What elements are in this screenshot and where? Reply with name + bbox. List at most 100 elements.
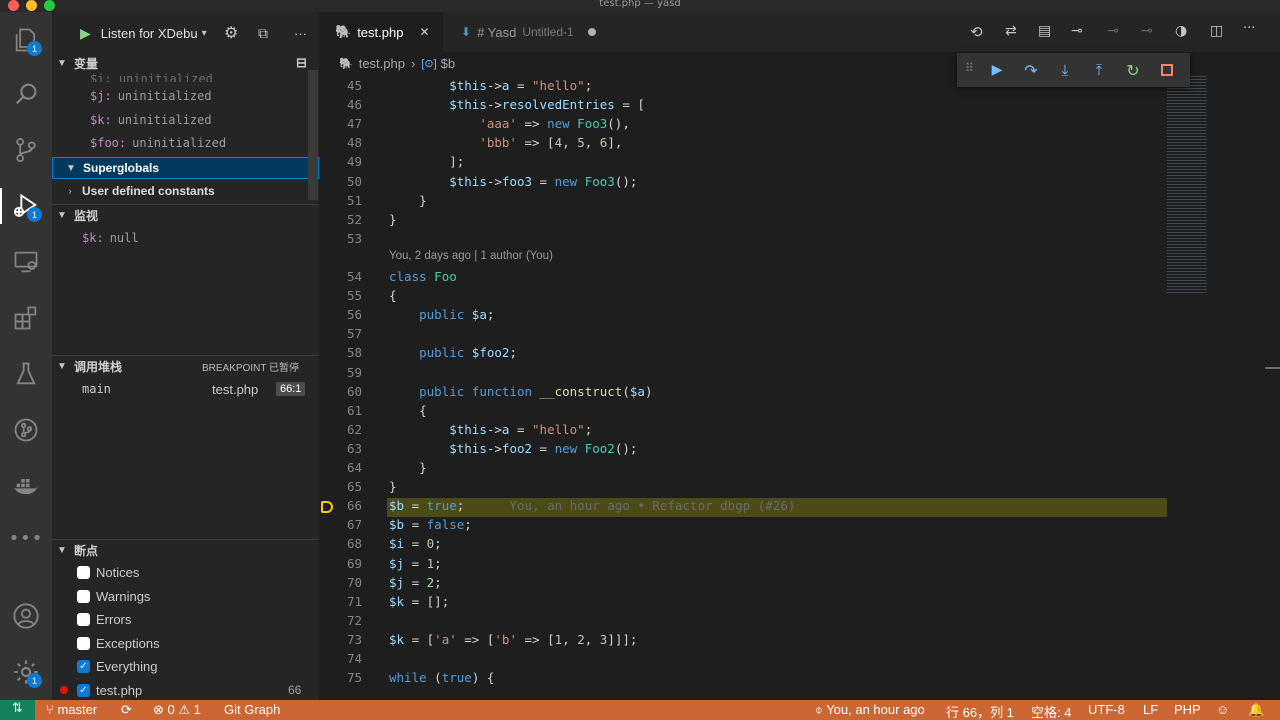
accounts-activity[interactable] (0, 592, 52, 640)
more-activity[interactable]: ••• (0, 514, 52, 562)
code-line[interactable]: 56 public $a; (319, 307, 1280, 326)
code-line[interactable]: 58 public $foo2; (319, 345, 1280, 364)
step-out-button[interactable]: ⤒ (1086, 57, 1112, 83)
code-line[interactable]: 72 (319, 613, 1280, 632)
timeline-icon[interactable]: ◑ (1175, 23, 1187, 39)
code-line[interactable]: 55 { (319, 288, 1280, 307)
line-ending[interactable]: LF (1143, 702, 1158, 717)
tab-test-php[interactable]: 🐘 test.php ✕ (319, 12, 443, 52)
variable-row[interactable]: $foo: uninitialized (52, 132, 319, 154)
close-icon[interactable]: ✕ (419, 25, 429, 39)
code-line[interactable]: 49 ]; (319, 154, 1280, 173)
search-activity[interactable] (0, 70, 52, 118)
code-line[interactable]: 54 class Foo (319, 269, 1280, 288)
git-graph-status[interactable]: Git Graph (224, 702, 280, 717)
code-line[interactable]: 53 (319, 231, 1280, 250)
code-line[interactable]: 74 (319, 651, 1280, 670)
code-line[interactable]: 73 $k = ['a' => ['b' => [1, 2, 3]]]; (319, 632, 1280, 651)
code-line[interactable]: 61 { (319, 403, 1280, 422)
watch-section-header[interactable]: ▼ 监视 (52, 204, 319, 226)
breakpoint-item[interactable]: ✓ Everything (52, 655, 319, 677)
git-commit-icon[interactable]: ⊸ (1071, 23, 1083, 39)
code-line[interactable]: 59 (319, 365, 1280, 384)
code-line[interactable]: 66 $b = true; You, an hour ago • Refactor… (319, 498, 1280, 518)
branch-item[interactable]: ⑂ master (46, 702, 97, 717)
testing-activity[interactable] (0, 350, 52, 398)
blame-item[interactable]: ⌽ You, an hour ago (815, 702, 925, 718)
watch-row[interactable]: $k: null (52, 227, 319, 249)
tab-untitled[interactable]: ⬇ # Yasd Untitled-1 (443, 12, 609, 52)
stop-button[interactable] (1154, 57, 1180, 83)
debug-activity[interactable]: 1 (0, 182, 52, 230)
code-line[interactable]: 47 'aaa' => new Foo3(), (319, 116, 1280, 135)
breadcrumb-symbol[interactable]: $b (441, 56, 455, 71)
code-line[interactable]: 70 $j = 2; (319, 575, 1280, 594)
breakpoint-item[interactable]: ✓ test.php 66 (52, 679, 319, 701)
breakpoint-checkbox-checked[interactable]: ✓ (77, 659, 90, 673)
step-over-button[interactable]: ↷ (1018, 57, 1044, 83)
breakpoint-checkbox[interactable] (77, 565, 90, 579)
debug-config-select[interactable]: Listen for XDebu (101, 26, 198, 41)
editor-scrollbar[interactable] (1265, 367, 1280, 369)
file-compare-icon[interactable]: ▤ (1038, 23, 1051, 39)
git-graph-activity[interactable] (0, 406, 52, 454)
open-changes-icon[interactable]: ⇄ (1005, 23, 1017, 39)
code-line[interactable]: 63 $this->foo2 = new Foo2(); (319, 441, 1280, 460)
more-actions-icon[interactable]: ··· (294, 26, 307, 41)
code-line[interactable]: 64 } (319, 460, 1280, 479)
more-actions-icon[interactable]: ··· (1243, 21, 1255, 36)
sidebar-scrollbar[interactable] (308, 70, 318, 200)
sync-icon[interactable]: ⟳ (121, 702, 132, 718)
breakpoint-item[interactable]: Errors (52, 608, 319, 630)
encoding[interactable]: UTF-8 (1088, 702, 1125, 717)
feedback-icon[interactable]: ☺ (1216, 702, 1229, 717)
code-line[interactable]: 62 $this->a = "hello"; (319, 422, 1280, 441)
indentation[interactable]: 空格: 4 (1031, 702, 1071, 720)
breakpoint-item[interactable]: Warnings (52, 585, 319, 607)
start-debugging-icon[interactable]: ▶ (80, 25, 91, 42)
variable-row[interactable]: $i: uninitialized (52, 71, 319, 82)
breakpoint-checkbox[interactable] (77, 589, 90, 603)
code-line[interactable]: 50 $this->foo3 = new Foo3(); (319, 174, 1280, 193)
problems-item[interactable]: ⊗ 0 ⚠ 1 (153, 702, 201, 718)
code-line[interactable]: 51 } (319, 193, 1280, 212)
chevron-down-icon[interactable]: ▾ (202, 28, 207, 39)
breadcrumb-file[interactable]: test.php (359, 56, 405, 71)
user-constants-group[interactable]: › User defined constants (52, 180, 319, 202)
callstack-section-header[interactable]: ▼ 调用堆栈 BREAKPOINT 已暂停 (52, 355, 319, 377)
remote-explorer-activity[interactable] (0, 238, 52, 286)
superglobals-group[interactable]: ▼ Superglobals (52, 157, 319, 179)
code-line[interactable]: 52} (319, 212, 1280, 231)
breakpoint-checkbox-checked[interactable]: ✓ (77, 683, 90, 697)
code-view[interactable]: 45 $this->a = "hello"; 46 $this->resolved… (319, 74, 1280, 700)
settings-gear-icon[interactable]: ⚙ (224, 23, 238, 43)
code-line[interactable]: 69 $j = 1; (319, 556, 1280, 575)
manage-activity[interactable]: 1 (0, 648, 52, 696)
drag-handle-icon[interactable]: ⠿ (965, 61, 974, 75)
code-line[interactable]: 65} (319, 479, 1280, 498)
language-mode[interactable]: PHP (1174, 702, 1201, 717)
prev-change-icon[interactable]: ⊸ (1107, 23, 1119, 39)
code-line[interactable]: 46 $this->resolvedEntries = [ (319, 97, 1280, 116)
next-change-icon[interactable]: ⊸ (1141, 23, 1153, 39)
code-line[interactable]: 57 (319, 326, 1280, 345)
variable-row[interactable]: $k: uninitialized (52, 109, 319, 131)
cursor-position[interactable]: 行 66，列 1 (946, 702, 1014, 720)
breakpoint-checkbox[interactable] (77, 612, 90, 626)
continue-button[interactable]: ▶ (984, 57, 1010, 83)
code-line[interactable]: 71 $k = []; (319, 594, 1280, 613)
code-line[interactable]: 75 while (true) { (319, 670, 1280, 689)
collapse-all-icon[interactable]: ⊟ (296, 55, 307, 71)
history-icon[interactable]: ⟲ (970, 23, 983, 41)
remote-icon[interactable]: ⇅ (0, 700, 35, 720)
code-line[interactable]: 48 'bbb' => [4, 5, 6], (319, 135, 1280, 154)
docker-activity[interactable] (0, 462, 52, 510)
explorer-activity[interactable]: 1 (0, 16, 52, 64)
callstack-frame[interactable]: main test.php 66:1 (52, 378, 319, 400)
breakpoint-checkbox[interactable] (77, 636, 90, 650)
code-line[interactable]: 68 $i = 0; (319, 536, 1280, 555)
breakpoint-item[interactable]: Notices (52, 561, 319, 583)
debug-console-icon[interactable]: ⧉ (258, 25, 268, 42)
notifications-bell-icon[interactable]: 🔔 (1248, 702, 1264, 718)
breakpoint-item[interactable]: Exceptions (52, 632, 319, 654)
